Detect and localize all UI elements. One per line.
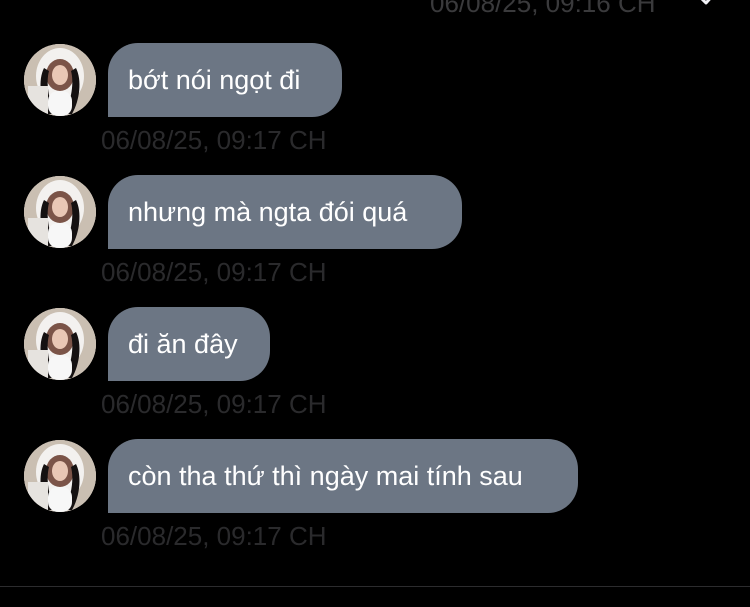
avatar[interactable] xyxy=(24,176,96,248)
avatar[interactable] xyxy=(24,308,96,380)
message-timestamp: 06/08/25, 09:17 CH xyxy=(101,389,327,419)
message-timestamp: 06/08/25, 09:17 CH xyxy=(101,257,327,287)
check-icon xyxy=(700,0,711,5)
avatar-image xyxy=(24,176,96,248)
avatar-image xyxy=(24,44,96,116)
message-timestamp: 06/08/25, 09:17 CH xyxy=(101,125,327,155)
message-row[interactable]: đi ăn đây 06/08/25, 09:17 CH xyxy=(0,307,750,425)
avatar[interactable] xyxy=(24,44,96,116)
message-row[interactable]: bớt nói ngọt đi 06/08/25, 09:17 CH xyxy=(0,43,750,161)
message-row[interactable]: còn tha thứ thì ngày mai tính sau 06/08/… xyxy=(0,439,750,557)
chat-screen: 06/08/25, 09:16 CH bớt nói ngọt đi 06/08… xyxy=(0,0,750,607)
bottom-divider xyxy=(0,586,750,587)
message-bubble[interactable]: đi ăn đây xyxy=(108,307,270,381)
avatar-image xyxy=(24,440,96,512)
avatar[interactable] xyxy=(24,440,96,512)
message-bubble[interactable]: còn tha thứ thì ngày mai tính sau xyxy=(108,439,578,513)
message-timestamp: 06/08/25, 09:17 CH xyxy=(101,521,327,551)
avatar-image xyxy=(24,308,96,380)
message-row[interactable]: nhưng mà ngta đói quá 06/08/25, 09:17 CH xyxy=(0,175,750,293)
message-bubble[interactable]: nhưng mà ngta đói quá xyxy=(108,175,462,249)
top-timestamp: 06/08/25, 09:16 CH xyxy=(430,0,656,18)
message-bubble[interactable]: bớt nói ngọt đi xyxy=(108,43,342,117)
